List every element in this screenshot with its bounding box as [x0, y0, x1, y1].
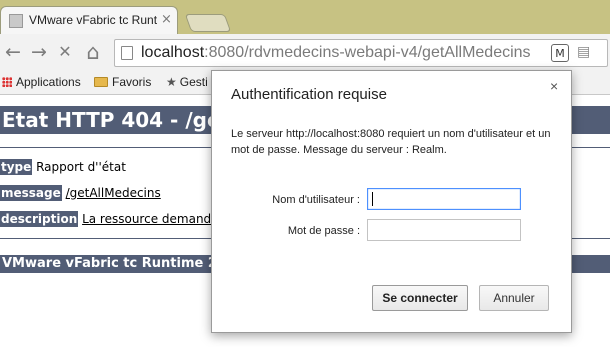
star-icon: ★ [166, 75, 177, 89]
close-icon[interactable]: × [550, 78, 558, 94]
new-tab-button[interactable] [184, 14, 232, 32]
folder-icon [94, 77, 108, 87]
address-bar[interactable]: localhost:8080/rdvmedecins-webapi-v4/get… [114, 39, 608, 67]
extension-grid-icon[interactable]: ▤ [577, 44, 599, 62]
forward-arrow-icon[interactable]: → [28, 40, 50, 64]
home-icon[interactable]: ⌂ [82, 40, 104, 64]
bookmark-gestion[interactable]: ★ Gesti [166, 75, 208, 89]
stop-icon[interactable]: ✕ [54, 40, 76, 64]
text-caret [372, 192, 373, 206]
dialog-title: Authentification requise [231, 86, 387, 103]
message-label: message [0, 185, 62, 201]
apps-icon [2, 77, 12, 87]
username-field[interactable] [367, 188, 521, 210]
password-field[interactable] [367, 219, 521, 241]
message-row: message /getAllMedecins [0, 185, 161, 201]
type-row: type Rapport d''état [0, 159, 126, 175]
type-value: Rapport d''état [32, 160, 126, 174]
browser-toolbar: ← → ✕ ⌂ localhost:8080/rdvmedecins-webap… [0, 34, 610, 71]
type-label: type [0, 159, 33, 175]
username-label: Nom d'utilisateur : [272, 194, 360, 206]
description-label: description [0, 211, 79, 227]
back-arrow-icon[interactable]: ← [2, 40, 24, 64]
tab-title: VMware vFabric tc Runtime [29, 13, 157, 27]
cancel-button[interactable]: Annuler [479, 285, 549, 311]
page-icon [121, 46, 133, 60]
dialog-message: Le serveur http://localhost:8080 requier… [231, 128, 551, 156]
tab-strip: VMware vFabric tc Runtime × [0, 0, 610, 34]
favicon-icon [9, 14, 23, 28]
tab-close-icon[interactable]: × [161, 12, 172, 27]
auth-dialog: Authentification requise × Le serveur ht… [211, 70, 572, 333]
password-label: Mot de passe : [287, 225, 360, 237]
extension-icon[interactable]: M [551, 44, 569, 62]
bookmark-favoris[interactable]: Favoris [94, 75, 151, 89]
browser-tab[interactable]: VMware vFabric tc Runtime × [0, 6, 178, 34]
connect-button[interactable]: Se connecter [372, 285, 468, 311]
bookmark-apps[interactable]: Applications [2, 75, 81, 89]
message-value: /getAllMedecins [65, 186, 161, 200]
url-text: localhost:8080/rdvmedecins-webapi-v4/get… [141, 44, 531, 61]
